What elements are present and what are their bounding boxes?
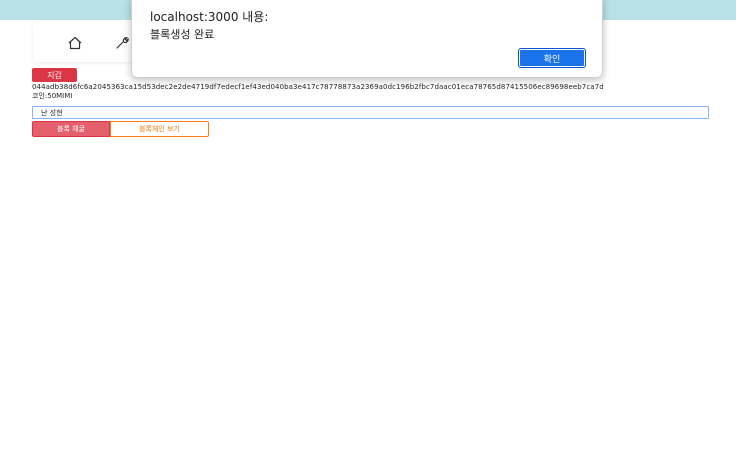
mine-block-button[interactable]: 블록 채굴 [32,121,110,137]
view-blockchain-button[interactable]: 블록체인 보기 [110,121,209,137]
block-data-input[interactable] [32,106,709,119]
alert-message: 블록생성 완료 [150,28,215,41]
house-icon[interactable] [66,34,84,52]
wallet-address: 044adb38d6fc6a2045363ca15d53dec2e2de4719… [32,83,604,91]
alert-title: localhost:3000 내용: [150,10,269,24]
wrench-icon[interactable] [113,34,131,52]
alert-dialog: localhost:3000 내용: 블록생성 완료 확인 [131,0,603,78]
alert-ok-button[interactable]: 확인 [518,48,586,68]
wallet-badge[interactable]: 지갑 [32,68,77,82]
coin-balance: 코인:50MIMI [32,92,73,100]
